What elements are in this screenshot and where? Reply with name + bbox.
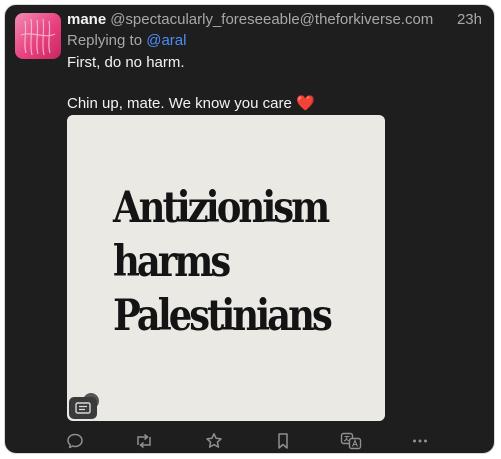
- post-line-2-text: Chin up, mate. We know you care: [67, 95, 292, 112]
- post-line-1: First, do no harm.: [67, 54, 185, 71]
- translate-button[interactable]: [339, 429, 363, 453]
- post-card[interactable]: mane @spectacularly_foreseeable@theforkiv…: [4, 4, 495, 454]
- reply-button[interactable]: [63, 429, 87, 453]
- media-attachment[interactable]: Antizionism harms Palestinians: [67, 115, 385, 421]
- avatar[interactable]: [15, 13, 61, 59]
- post-line-2: Chin up, mate. We know you care ❤️: [67, 94, 315, 114]
- account-handle[interactable]: @spectacularly_foreseeable@theforkiverse…: [110, 11, 433, 28]
- favourite-icon: [206, 433, 222, 448]
- media-text-line-1: Antizionism: [113, 183, 330, 233]
- author-line: mane @spectacularly_foreseeable@theforkiv…: [67, 11, 433, 28]
- media-text-line-2: harms: [113, 237, 231, 287]
- media-image-text: Antizionism harms Palestinians: [113, 181, 365, 343]
- timestamp[interactable]: 23h: [457, 11, 482, 28]
- replying-to: Replying to @aral: [67, 32, 186, 49]
- more-button[interactable]: [408, 429, 432, 453]
- bookmark-icon: [278, 433, 288, 449]
- replying-prefix: Replying to: [67, 32, 143, 49]
- reply-mention-link[interactable]: @aral: [146, 32, 186, 49]
- reply-icon: [67, 433, 83, 449]
- bookmark-button[interactable]: [271, 429, 295, 453]
- boost-icon: [137, 433, 151, 449]
- translate-icon: [340, 432, 362, 450]
- more-icon: [413, 439, 427, 443]
- action-bar: [5, 429, 494, 453]
- favourite-button[interactable]: [202, 429, 226, 453]
- media-text-line-3: Palestinians: [113, 291, 333, 341]
- heart-emoji-icon: ❤️: [296, 95, 315, 112]
- post-content: First, do no harm. Chin up, mate. We kno…: [67, 53, 315, 114]
- boost-button[interactable]: [132, 429, 156, 453]
- alt-text-icon: [75, 402, 91, 414]
- alt-text-button[interactable]: [69, 397, 97, 419]
- display-name[interactable]: mane: [67, 11, 106, 28]
